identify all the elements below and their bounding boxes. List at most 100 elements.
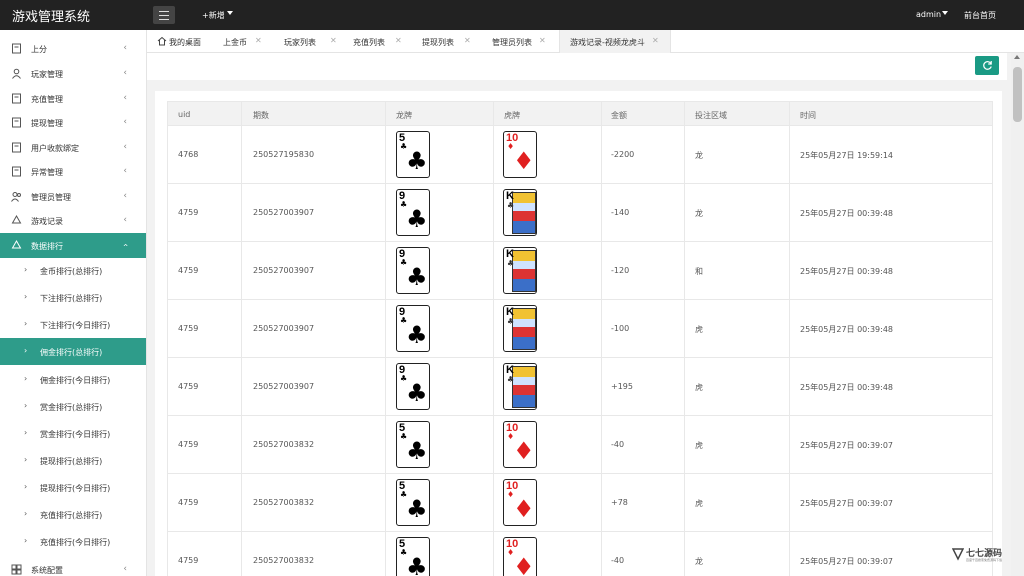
- cell-uid: 4759: [178, 498, 199, 507]
- column-divider: [385, 102, 386, 125]
- sidebar-subitem[interactable]: › 充值排行(总排行): [0, 501, 146, 528]
- column-header-period: 期数: [253, 111, 269, 120]
- cell-time: 25年05月27日 00:39:07: [800, 557, 894, 566]
- tab-label: 游戏记录-视频龙虎斗: [570, 38, 645, 47]
- sidebar-item-players[interactable]: 玩家管理 ‹: [0, 61, 146, 86]
- column-divider: [684, 474, 685, 531]
- cell-uid: 4768: [178, 150, 199, 159]
- sidebar-item-exceptions[interactable]: 异常管理 ‹: [0, 159, 146, 184]
- user-icon: [12, 68, 21, 79]
- sidebar-item-recharge[interactable]: 充值管理 ‹: [0, 86, 146, 111]
- king-face-image: [512, 308, 536, 350]
- table-row: 4759 250527003907 -120 和 25年05月27日 00:39:48 9…: [167, 242, 993, 300]
- sidebar-subitem[interactable]: › 充值排行(今日排行): [0, 528, 146, 555]
- column-divider: [684, 242, 685, 299]
- column-divider: [789, 242, 790, 299]
- column-divider: [601, 474, 602, 531]
- close-icon[interactable]: ✕: [464, 36, 471, 45]
- scrollbar[interactable]: [1011, 53, 1024, 576]
- file-icon: [12, 166, 21, 177]
- tiger-card: K ♣: [503, 189, 537, 236]
- add-new-button[interactable]: +新增: [202, 10, 225, 21]
- sidebar-item-label: 数据排行: [31, 242, 63, 251]
- card-suit-large: ♣: [406, 321, 428, 349]
- tab-add-coins[interactable]: 上金币 ✕: [217, 30, 279, 53]
- cell-time: 25年05月27日 00:39:48: [800, 267, 894, 276]
- tab-withdraw-list[interactable]: 提现列表 ✕: [417, 30, 486, 53]
- tab-admin-list[interactable]: 管理员列表 ✕: [486, 30, 559, 53]
- close-icon[interactable]: ✕: [330, 36, 337, 45]
- card-suit-large: ♦: [513, 553, 535, 576]
- sidebar-subitem[interactable]: › 佣金排行(今日排行): [0, 366, 146, 393]
- sidebar-subitem[interactable]: › 提现排行(总排行): [0, 447, 146, 474]
- column-divider: [385, 300, 386, 357]
- sidebar-subitem[interactable]: › 金币排行(总排行): [0, 257, 146, 284]
- chevron-left-icon: ‹: [123, 564, 127, 574]
- file-icon: [12, 117, 21, 128]
- chevron-right-icon: ›: [24, 292, 28, 301]
- caret-down-icon[interactable]: [942, 11, 948, 15]
- sidebar-item-system-config[interactable]: 系统配置 ‹: [0, 557, 146, 576]
- table-row: 4768 250527195830 -2200 龙 25年05月27日 19:59:14…: [167, 126, 993, 184]
- sidebar-subitem[interactable]: › 下注排行(今日排行): [0, 311, 146, 338]
- column-divider: [493, 532, 494, 576]
- sidebar-item-score[interactable]: 上分 ‹: [0, 36, 146, 61]
- cell-bet-area: 虎: [695, 441, 703, 450]
- close-icon[interactable]: ✕: [652, 36, 659, 45]
- column-divider: [601, 242, 602, 299]
- column-divider: [684, 300, 685, 357]
- column-divider: [241, 126, 242, 183]
- scroll-up-arrow-icon[interactable]: [1014, 55, 1020, 59]
- cell-amount: -40: [611, 440, 625, 449]
- hamburger-icon-line: [159, 19, 169, 20]
- king-face-image: [512, 192, 536, 234]
- tab-player-list[interactable]: 玩家列表 ✕: [279, 30, 348, 53]
- sidebar-item-rankings[interactable]: 数据排行 ‹: [0, 233, 146, 258]
- sidebar-item-game-records[interactable]: 游戏记录 ‹: [0, 208, 146, 233]
- sidebar-item-withdraw[interactable]: 提现管理 ‹: [0, 110, 146, 135]
- sidebar-item-admins[interactable]: 管理员管理 ‹: [0, 184, 146, 209]
- user-menu[interactable]: admin: [916, 10, 941, 19]
- sidebar-subitem-active[interactable]: › 佣金排行(总排行): [0, 338, 146, 365]
- close-icon[interactable]: ✕: [255, 36, 262, 45]
- file-icon: [12, 43, 21, 54]
- sidebar-subitem-label: 佣金排行(总排行): [40, 348, 103, 357]
- tab-game-record-video-dragon-tiger[interactable]: 游戏记录-视频龙虎斗 ✕: [559, 30, 671, 53]
- close-icon[interactable]: ✕: [539, 36, 546, 45]
- column-divider: [493, 416, 494, 473]
- card-suit-small: ♣: [507, 201, 515, 210]
- sidebar-subitem-label: 充值排行(总排行): [40, 511, 103, 520]
- sidebar-subitem[interactable]: › 下注排行(总排行): [0, 284, 146, 311]
- card-suit-large: ♣: [406, 437, 428, 465]
- cell-period: 250527003832: [253, 556, 315, 565]
- scrollbar-thumb[interactable]: [1013, 67, 1022, 122]
- close-icon[interactable]: ✕: [395, 36, 402, 45]
- tab-label: 我的桌面: [169, 38, 201, 47]
- tab-my-desktop[interactable]: 我的桌面: [155, 30, 217, 53]
- column-divider: [789, 358, 790, 415]
- sidebar-subitem-label: 下注排行(今日排行): [40, 321, 111, 330]
- cell-uid: 4759: [178, 208, 199, 217]
- refresh-button[interactable]: [975, 56, 999, 75]
- sidebar-item-payment-binding[interactable]: 用户收款绑定 ‹: [0, 135, 146, 160]
- frontend-home-link[interactable]: 前台首页: [964, 10, 996, 21]
- sidebar-subitem[interactable]: › 提现排行(今日排行): [0, 474, 146, 501]
- cell-amount: -120: [611, 266, 630, 275]
- chevron-left-icon: ‹: [123, 93, 127, 103]
- caret-down-icon[interactable]: [227, 11, 233, 15]
- menu-toggle-button[interactable]: [153, 6, 175, 24]
- tiger-card: 10 ♦ ♦: [503, 537, 537, 576]
- cell-period: 250527003907: [253, 208, 315, 217]
- column-divider: [385, 184, 386, 241]
- refresh-icon: [983, 61, 992, 70]
- column-divider: [385, 242, 386, 299]
- cell-amount: +78: [611, 498, 628, 507]
- tab-bar: 我的桌面 上金币 ✕ 玩家列表 ✕ 充值列表 ✕ 提现列表 ✕ 管理员列表 ✕ …: [147, 30, 1024, 53]
- column-divider: [241, 358, 242, 415]
- sidebar-subitem[interactable]: › 赏金排行(总排行): [0, 393, 146, 420]
- tab-recharge-list[interactable]: 充值列表 ✕: [348, 30, 417, 53]
- cell-time: 25年05月27日 00:39:07: [800, 441, 894, 450]
- sidebar-subitem[interactable]: › 赏金排行(今日排行): [0, 420, 146, 447]
- dragon-card: 5 ♣ ♣: [396, 537, 430, 576]
- sidebar-item-label: 管理员管理: [31, 193, 71, 202]
